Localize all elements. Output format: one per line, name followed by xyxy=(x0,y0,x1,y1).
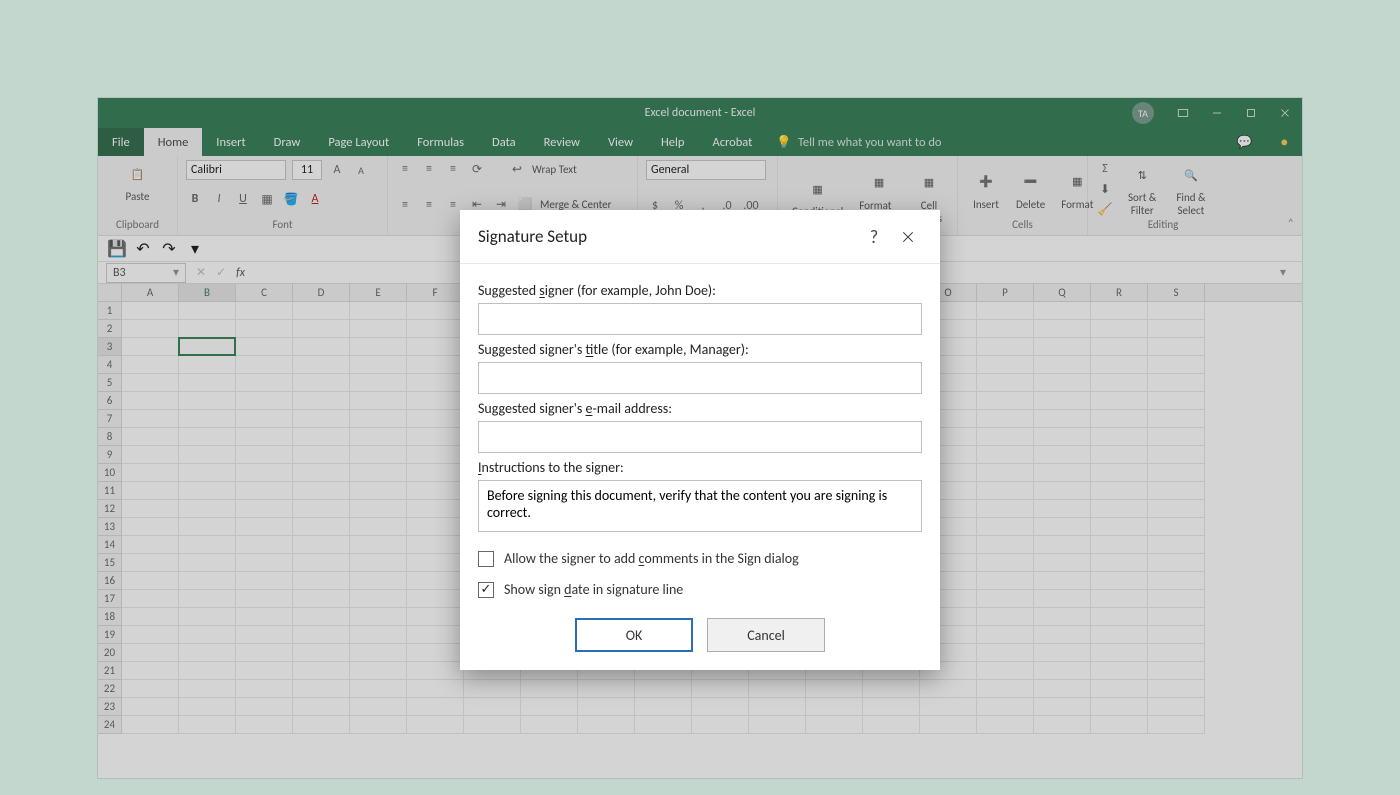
signer-title-input[interactable] xyxy=(478,362,922,394)
show-sign-date-row[interactable]: Show sign date in signature line xyxy=(478,581,922,598)
show-sign-date-checkbox[interactable] xyxy=(478,582,494,598)
suggested-signer-label: Suggested signer (for example, John Doe)… xyxy=(478,282,922,299)
suggested-signer-input[interactable] xyxy=(478,303,922,335)
allow-comments-checkbox[interactable] xyxy=(478,551,494,567)
dialog-close-icon[interactable] xyxy=(894,223,922,251)
dialog-help-icon[interactable]: ? xyxy=(860,223,888,251)
allow-comments-label: Allow the signer to add comments in the … xyxy=(504,550,799,567)
dialog-title: Signature Setup xyxy=(478,226,854,247)
instructions-textarea[interactable] xyxy=(478,480,922,532)
instructions-label: Instructions to the signer: xyxy=(478,459,922,476)
cancel-button[interactable]: Cancel xyxy=(707,618,825,652)
show-sign-date-label: Show sign date in signature line xyxy=(504,581,683,598)
signer-email-label: Suggested signer's e-mail address: xyxy=(478,400,922,417)
ok-button[interactable]: OK xyxy=(575,618,693,652)
signature-setup-dialog: Signature Setup ? Suggested signer (for … xyxy=(460,210,940,670)
signer-email-input[interactable] xyxy=(478,421,922,453)
allow-comments-row[interactable]: Allow the signer to add comments in the … xyxy=(478,550,922,567)
signer-title-label: Suggested signer's title (for example, M… xyxy=(478,341,922,358)
dialog-titlebar: Signature Setup ? xyxy=(460,210,940,264)
